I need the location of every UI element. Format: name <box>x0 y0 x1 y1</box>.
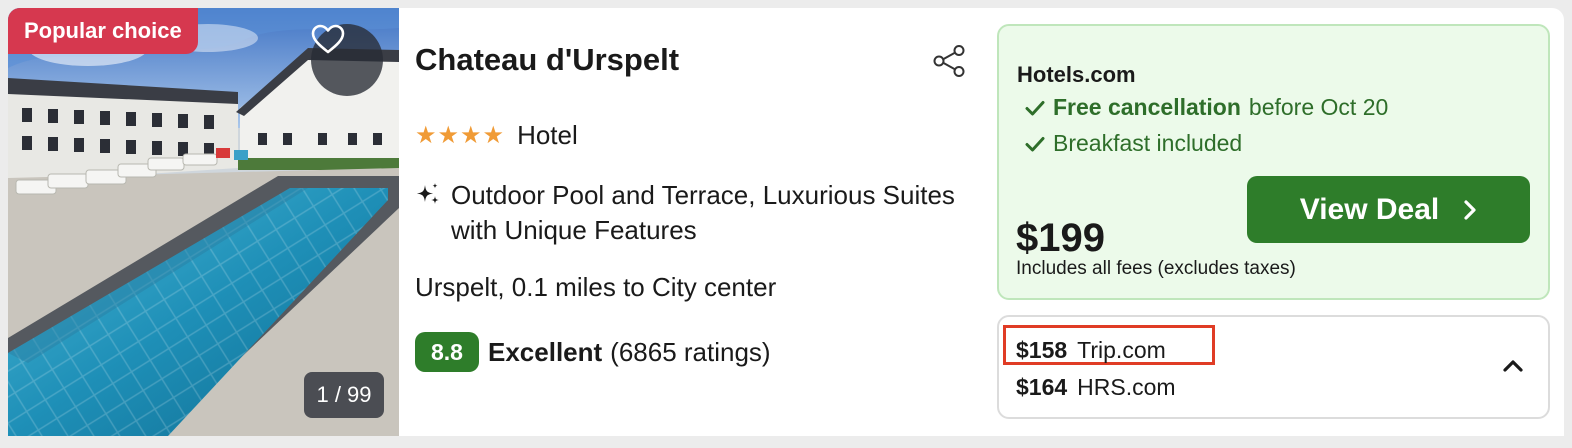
highlight-text: Outdoor Pool and Terrace, Luxurious Suit… <box>451 180 955 245</box>
location-text: Urspelt, 0.1 miles to City center <box>415 272 777 302</box>
rating-score: 8.8 <box>415 332 479 372</box>
star-icon: ★ <box>437 121 460 149</box>
fees-note: Includes all fees (excludes taxes) <box>1016 258 1296 279</box>
perk-free-cancellation: Free cancellation before Oct 20 <box>1025 94 1388 121</box>
review-summary[interactable]: 8.8 Excellent (6865 ratings) <box>415 332 771 372</box>
checkmark-icon <box>1025 100 1045 115</box>
hotel-card: Popular choice 1 / 99 Chateau d'Urspelt … <box>8 8 1564 436</box>
share-button[interactable] <box>931 44 967 78</box>
star-icon: ★ <box>482 121 505 149</box>
offer-provider: Trip.com <box>1077 337 1166 363</box>
deal-provider: Hotels.com <box>1017 62 1136 87</box>
share-icon <box>933 45 965 77</box>
favorite-button[interactable] <box>311 24 383 96</box>
sparkle-icon <box>417 183 439 204</box>
star-rating: ★ ★ ★ ★ Hotel <box>415 120 578 151</box>
offer-price: $164 <box>1016 374 1068 400</box>
highlight: Outdoor Pool and Terrace, Luxurious Suit… <box>415 178 971 248</box>
perk-breakfast: Breakfast included <box>1025 130 1242 157</box>
checkmark-icon <box>1025 136 1045 151</box>
chevron-right-icon <box>1464 199 1476 220</box>
rating-count: (6865 ratings) <box>610 336 771 367</box>
hotel-photo[interactable]: Popular choice 1 / 99 <box>8 8 399 436</box>
offer-provider: HRS.com <box>1077 374 1176 400</box>
star-icon: ★ <box>415 121 437 149</box>
other-offers-panel[interactable]: $158 Trip.com $164 HRS.com <box>997 315 1550 419</box>
perk-detail-text: before Oct 20 <box>1248 94 1389 120</box>
offer-price: $158 <box>1016 337 1068 363</box>
perk-text: Breakfast included <box>1053 130 1243 156</box>
hotel-name[interactable]: Chateau d'Urspelt <box>415 42 679 78</box>
view-deal-label: View Deal <box>1299 192 1440 226</box>
photo-counter: 1 / 99 <box>304 372 384 418</box>
heart-icon <box>311 24 345 54</box>
view-deal-button[interactable]: View Deal <box>1247 176 1530 243</box>
star-icon: ★ <box>460 121 482 149</box>
offer-row[interactable]: $164 HRS.com <box>1016 374 1176 401</box>
offer-row[interactable]: $158 Trip.com <box>1016 337 1166 364</box>
chevron-up-icon[interactable] <box>1502 357 1524 373</box>
hotel-type: Hotel <box>517 120 578 150</box>
featured-deal: Hotels.com Free cancellation before Oct … <box>997 24 1550 300</box>
hotel-info: Chateau d'Urspelt ★ ★ ★ ★ Hotel Outdoor … <box>415 8 975 436</box>
perk-bold-text: Free cancellation <box>1053 94 1241 120</box>
popular-choice-badge: Popular choice <box>8 8 198 54</box>
rating-label: Excellent <box>488 336 603 367</box>
deal-price: $199 <box>1016 216 1105 260</box>
